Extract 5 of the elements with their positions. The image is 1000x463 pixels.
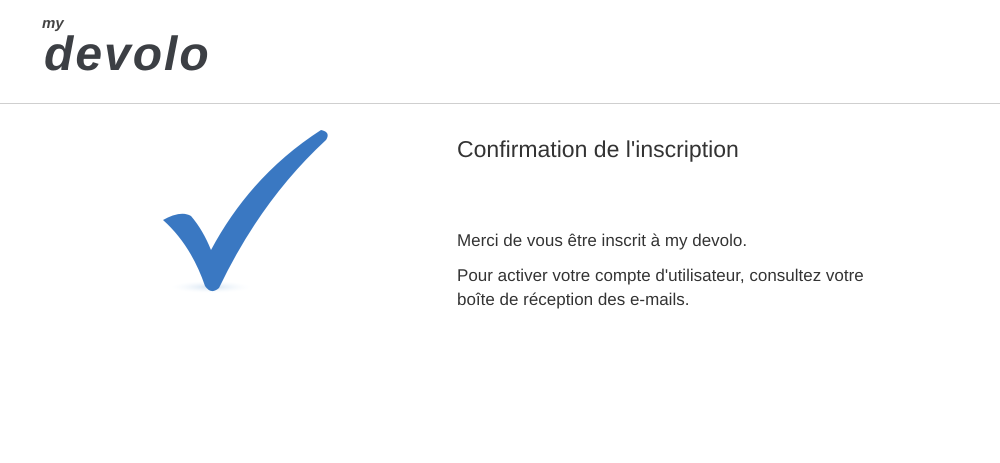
message-text: Pour activer votre compte d'utilisateur, consultez votre boîte de réception des e-mails. (457, 264, 865, 310)
logo-prefix: my (42, 16, 66, 31)
message-text: Merci de vous être inscrit à my devolo. (457, 230, 748, 252)
page-heading: Confirmation de l'inscription (457, 135, 740, 164)
logo-wordmark: devolo (44, 31, 211, 79)
